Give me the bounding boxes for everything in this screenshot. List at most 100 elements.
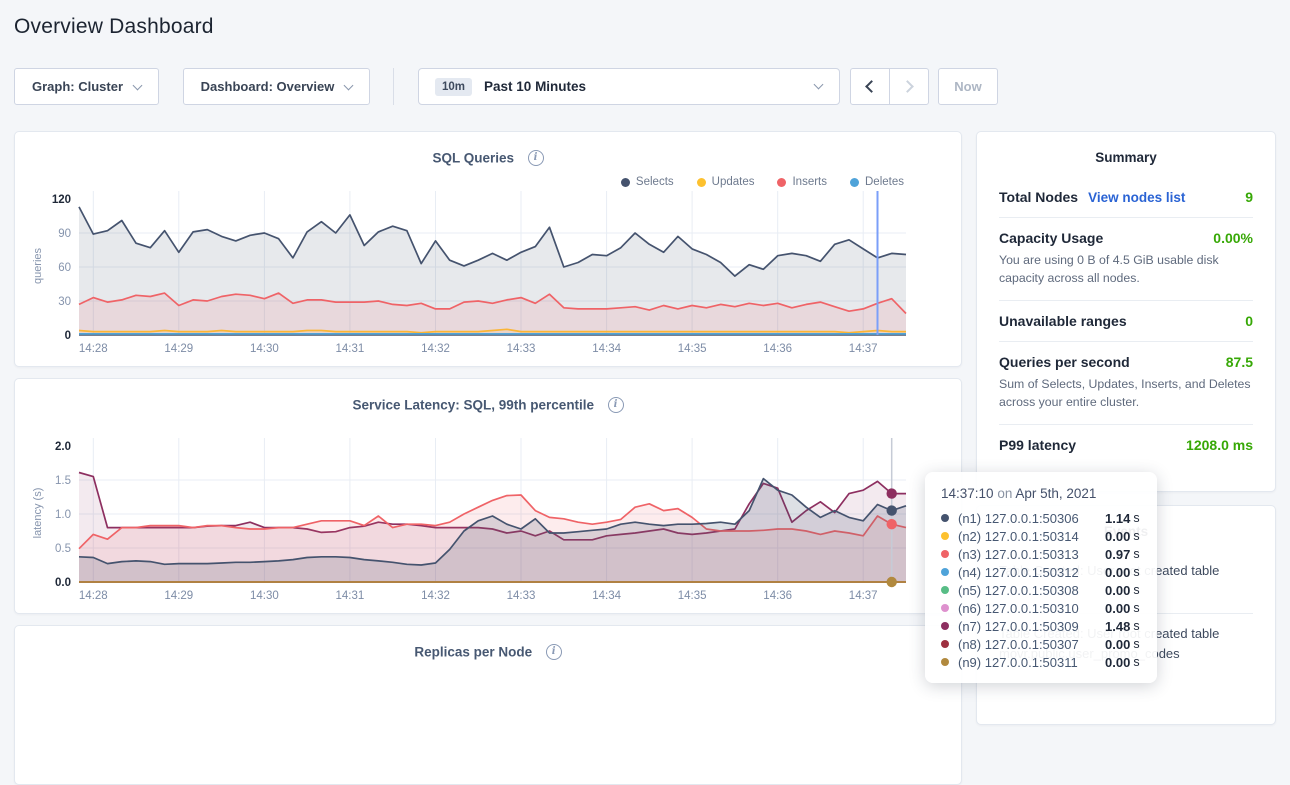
tooltip-node-name: (n6) 127.0.0.1:50310 [958, 601, 1101, 616]
time-window-dropdown[interactable]: 10m Past 10 Minutes [418, 68, 840, 105]
info-icon[interactable] [608, 397, 624, 413]
x-tick-label: 14:28 [79, 590, 108, 602]
tooltip-node-name: (n4) 127.0.0.1:50312 [958, 565, 1101, 580]
y-tick-label: 120 [52, 194, 71, 206]
legend-dot-icon [777, 178, 786, 187]
summary-label: Total Nodes [999, 189, 1078, 205]
info-icon[interactable] [546, 644, 562, 660]
tooltip-timestamp: 14:37:10 on Apr 5th, 2021 [941, 486, 1141, 501]
summary-value: 0.00% [1213, 230, 1253, 246]
chart-title-replicas-per-node: Replicas per Node [414, 644, 532, 659]
time-prev-button[interactable] [850, 68, 890, 105]
info-icon[interactable] [528, 150, 544, 166]
time-now-button[interactable]: Now [938, 68, 998, 105]
x-tick-label: 14:29 [164, 343, 193, 355]
x-tick-label: 14:32 [421, 590, 450, 602]
hover-dot [887, 505, 897, 515]
time-next-button[interactable] [889, 68, 929, 105]
x-tick-label: 14:28 [79, 343, 108, 355]
legend-label: Deletes [865, 176, 904, 188]
x-tick-label: 14:37 [849, 343, 878, 355]
chevron-right-icon [901, 80, 914, 93]
legend-item-deletes[interactable]: Deletes [850, 176, 904, 188]
hover-dot [887, 519, 897, 529]
node-color-dot-icon [941, 532, 949, 540]
x-tick-label: 14:36 [763, 590, 792, 602]
tooltip-unit: s [1133, 619, 1139, 633]
legend-dot-icon [850, 178, 859, 187]
node-color-dot-icon [941, 640, 949, 648]
tooltip-row: (n5) 127.0.0.1:503080.00s [941, 581, 1141, 599]
y-axis-label: queries [32, 216, 44, 316]
tooltip-row: (n1) 127.0.0.1:503061.14s [941, 509, 1141, 527]
chart-title-service-latency: Service Latency: SQL, 99th percentile [352, 397, 594, 412]
tooltip-node-value: 0.00 [1105, 655, 1130, 670]
chevron-down-icon [133, 80, 143, 90]
tooltip-node-value: 0.00 [1105, 583, 1130, 598]
tooltip-node-value: 0.00 [1105, 529, 1130, 544]
legend-item-updates[interactable]: Updates [697, 176, 755, 188]
tooltip-node-value: 1.48 [1105, 619, 1130, 634]
dashboard-select-dropdown[interactable]: Dashboard: Overview [183, 68, 370, 105]
summary-label: Capacity Usage [999, 230, 1103, 246]
x-tick-label: 14:29 [164, 590, 193, 602]
summary-row: Total NodesView nodes list9 [999, 177, 1253, 217]
controls-divider [393, 68, 394, 105]
tooltip-node-value: 0.00 [1105, 565, 1130, 580]
x-tick-label: 14:37 [849, 590, 878, 602]
view-nodes-list-link[interactable]: View nodes list [1088, 190, 1185, 205]
x-tick-label: 14:31 [336, 590, 365, 602]
service-latency-plot[interactable]: 0.00.51.01.52.014:2814:2914:3014:3114:32… [15, 438, 963, 603]
x-tick-label: 14:32 [421, 343, 450, 355]
replicas-per-node-chart-card: Replicas per Node [14, 625, 962, 785]
x-tick-label: 14:30 [250, 590, 279, 602]
hover-dot [887, 577, 897, 587]
summary-description: Sum of Selects, Updates, Inserts, and De… [999, 375, 1253, 412]
tooltip-unit: s [1133, 529, 1139, 543]
summary-row: Capacity Usage0.00%You are using 0 B of … [999, 217, 1253, 300]
legend-label: Inserts [792, 176, 827, 188]
tooltip-row: (n4) 127.0.0.1:503120.00s [941, 563, 1141, 581]
sql-queries-chart-card: SQL Queries Selects Updates Inserts Deletes… [14, 131, 962, 367]
time-nav-group [850, 68, 929, 105]
tooltip-row: (n2) 127.0.0.1:503140.00s [941, 527, 1141, 545]
node-color-dot-icon [941, 550, 949, 558]
legend-label: Updates [712, 176, 755, 188]
tooltip-node-name: (n1) 127.0.0.1:50306 [958, 511, 1101, 526]
legend-item-inserts[interactable]: Inserts [777, 176, 827, 188]
tooltip-row: (n6) 127.0.0.1:503100.00s [941, 599, 1141, 617]
tooltip-row: (n8) 127.0.0.1:503070.00s [941, 635, 1141, 653]
x-tick-label: 14:36 [763, 343, 792, 355]
summary-title: Summary [999, 150, 1253, 165]
chevron-left-icon [865, 80, 878, 93]
chart-title-sql-queries: SQL Queries [433, 150, 515, 165]
summary-row: Unavailable ranges0 [999, 300, 1253, 341]
y-tick-label: 2.0 [55, 441, 71, 453]
legend-label: Selects [636, 176, 674, 188]
service-latency-chart-card: Service Latency: SQL, 99th percentile 0.… [14, 378, 962, 614]
x-tick-label: 14:33 [507, 590, 536, 602]
y-tick-label: 0.0 [55, 577, 71, 589]
tooltip-row: (n9) 127.0.0.1:503110.00s [941, 653, 1141, 671]
sql-queries-plot[interactable]: 030609012014:2814:2914:3014:3114:3214:33… [15, 191, 963, 356]
summary-label: P99 latency [999, 437, 1076, 453]
x-tick-label: 14:33 [507, 343, 536, 355]
tooltip-node-name: (n5) 127.0.0.1:50308 [958, 583, 1101, 598]
legend-item-selects[interactable]: Selects [621, 176, 674, 188]
summary-panel: Summary Total NodesView nodes list9Capac… [976, 131, 1276, 492]
tooltip-row: (n3) 127.0.0.1:503130.97s [941, 545, 1141, 563]
graph-scope-dropdown[interactable]: Graph: Cluster [14, 68, 159, 105]
y-tick-label: 60 [58, 262, 71, 274]
page-title: Overview Dashboard [14, 15, 214, 39]
tooltip-node-value: 0.00 [1105, 601, 1130, 616]
summary-label: Queries per second [999, 354, 1130, 370]
tooltip-unit: s [1133, 511, 1139, 525]
y-tick-label: 0 [65, 330, 71, 342]
tooltip-node-name: (n7) 127.0.0.1:50309 [958, 619, 1101, 634]
x-tick-label: 14:35 [678, 343, 707, 355]
tooltip-unit: s [1133, 637, 1139, 651]
tooltip-node-value: 0.00 [1105, 637, 1130, 652]
hover-dot [887, 488, 897, 498]
summary-value: 1208.0 ms [1186, 437, 1253, 453]
tooltip-unit: s [1133, 655, 1139, 669]
